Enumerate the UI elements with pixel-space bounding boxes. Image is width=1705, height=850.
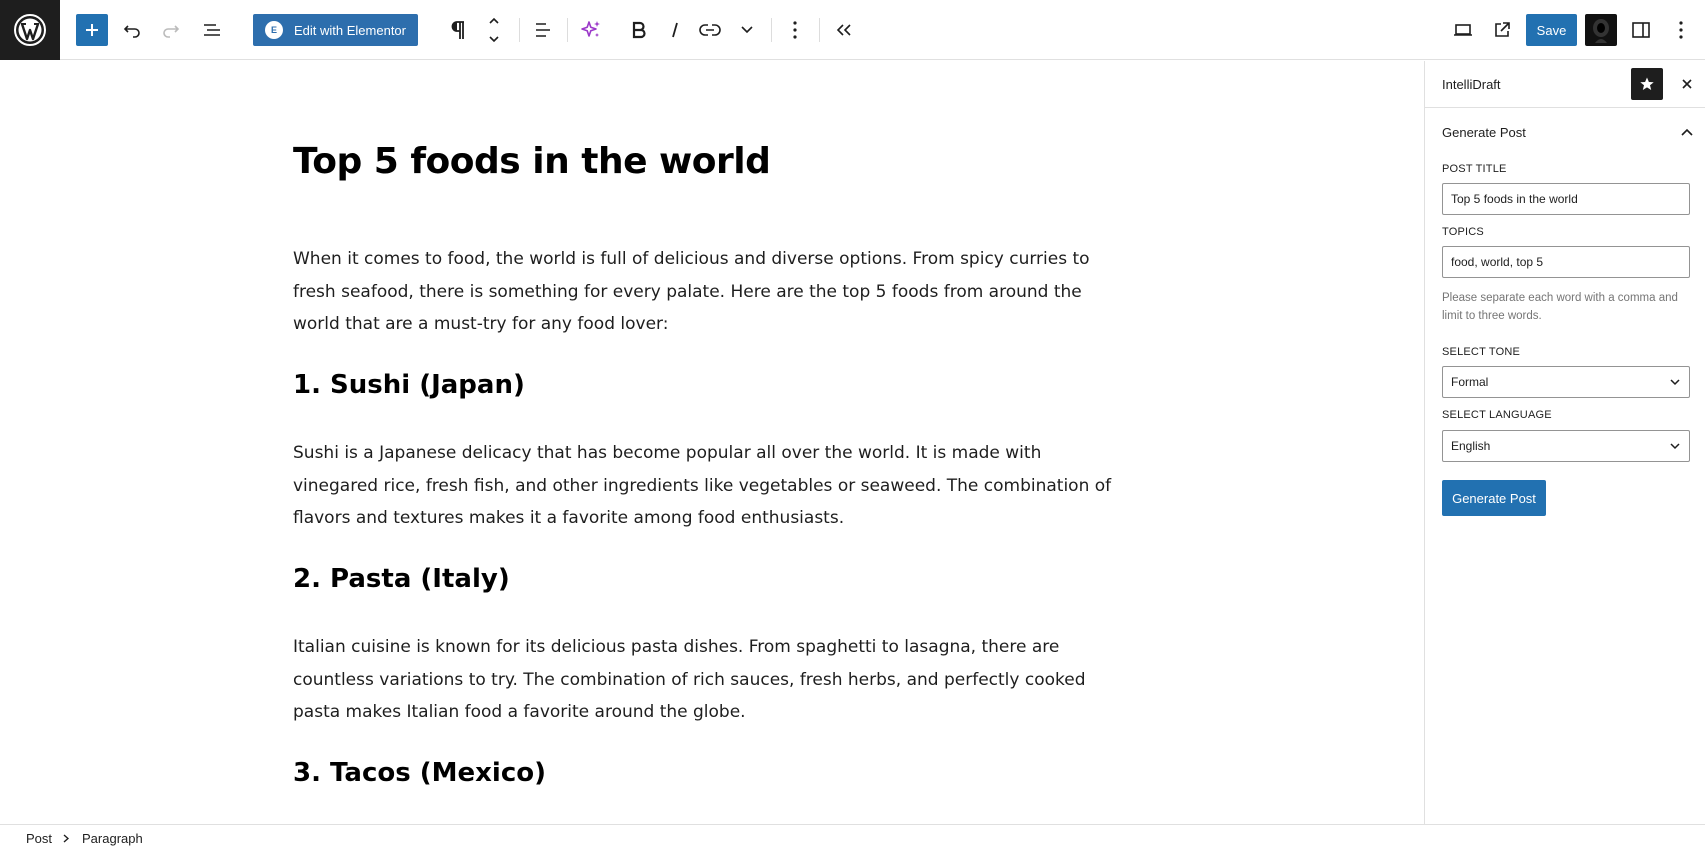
- bold-button[interactable]: [623, 14, 655, 46]
- editor-toolbar: E Edit with Elementor Save: [0, 0, 1705, 60]
- language-select-value: English: [1451, 439, 1491, 453]
- ai-assistant-button[interactable]: [575, 14, 607, 46]
- sidebar-title: IntelliDraft: [1442, 77, 1501, 92]
- bold-icon: [632, 21, 646, 39]
- undo-icon: [123, 25, 140, 38]
- section-heading[interactable]: 1. Sushi (Japan): [293, 370, 525, 400]
- undo-button[interactable]: [116, 14, 148, 46]
- view-button[interactable]: [1447, 14, 1479, 46]
- section-paragraph[interactable]: Sushi is a Japanese delicacy that has be…: [293, 437, 1123, 535]
- section-heading[interactable]: 2. Pasta (Italy): [293, 564, 510, 594]
- collapse-icon: [836, 24, 851, 36]
- block-options-button[interactable]: [779, 14, 811, 46]
- link-button[interactable]: [694, 14, 726, 46]
- link-icon: [699, 24, 721, 36]
- post-title[interactable]: Top 5 foods in the world: [293, 141, 771, 182]
- move-up-down-icon: [489, 17, 499, 43]
- user-avatar-icon: [1593, 19, 1609, 43]
- post-title-field[interactable]: Top 5 foods in the world: [1442, 183, 1690, 215]
- list-view-icon: [204, 24, 220, 36]
- tone-select[interactable]: Formal: [1442, 366, 1690, 398]
- close-sidebar-button[interactable]: [1671, 68, 1703, 100]
- wordpress-logo-icon[interactable]: [0, 0, 60, 60]
- close-icon: [1682, 79, 1692, 89]
- avatar[interactable]: [1585, 14, 1617, 46]
- elementor-logo-icon: E: [265, 21, 283, 39]
- italic-icon: [672, 22, 678, 38]
- panel-toggle-button[interactable]: [1671, 116, 1703, 148]
- chevron-down-icon: [1670, 443, 1680, 450]
- chevron-right-icon: [63, 834, 69, 843]
- block-type-button[interactable]: [442, 14, 474, 46]
- topics-help-text: Please separate each word with a comma a…: [1442, 292, 1678, 322]
- paragraph-icon: [451, 21, 464, 39]
- save-button[interactable]: Save: [1526, 14, 1577, 46]
- edit-with-elementor-button[interactable]: E Edit with Elementor: [253, 14, 418, 46]
- align-button[interactable]: [527, 14, 559, 46]
- section-heading[interactable]: 3. Tacos (Mexico): [293, 758, 546, 788]
- redo-button[interactable]: [155, 14, 187, 46]
- toolbar-divider: [771, 18, 772, 42]
- topics-field-value: food, world, top 5: [1451, 255, 1544, 269]
- section-paragraph[interactable]: Italian cuisine is known for its delicio…: [293, 631, 1123, 729]
- toolbar-divider: [567, 18, 568, 42]
- hide-block-tools-button[interactable]: [828, 14, 860, 46]
- view-desktop-icon: [1454, 24, 1472, 36]
- tone-label: SELECT TONE: [1442, 346, 1521, 358]
- toolbar-divider: [519, 18, 520, 42]
- star-icon: [1640, 77, 1654, 90]
- topics-label: TOPICS: [1442, 226, 1484, 238]
- external-preview-icon: [1495, 22, 1510, 37]
- panel-title: Generate Post: [1442, 125, 1526, 140]
- intellidraft-sidebar: IntelliDraft Generate Post POST TITLE To…: [1424, 61, 1705, 824]
- plus-icon: [86, 24, 98, 36]
- post-title-field-value: Top 5 foods in the world: [1451, 192, 1578, 206]
- chevron-up-icon: [1681, 128, 1693, 136]
- more-options-icon: [793, 21, 797, 39]
- generate-post-button[interactable]: Generate Post: [1442, 480, 1546, 516]
- chevron-down-icon: [741, 26, 753, 34]
- toolbar-divider: [819, 18, 820, 42]
- breadcrumb-item-post[interactable]: Post: [26, 831, 52, 846]
- chevron-down-icon: [1670, 379, 1680, 386]
- ai-sparkle-icon: [581, 21, 600, 37]
- sidebar-header: IntelliDraft: [1425, 61, 1705, 108]
- breadcrumb-item-paragraph[interactable]: Paragraph: [82, 831, 143, 846]
- pin-plugin-button[interactable]: [1631, 68, 1663, 100]
- language-label: SELECT LANGUAGE: [1442, 409, 1552, 421]
- editor-canvas: Top 5 foods in the world When it comes t…: [0, 61, 1424, 824]
- options-menu-button[interactable]: [1665, 14, 1697, 46]
- preview-button[interactable]: [1486, 14, 1518, 46]
- intro-paragraph[interactable]: When it comes to food, the world is full…: [293, 243, 1123, 341]
- tone-select-value: Formal: [1451, 375, 1489, 389]
- align-icon: [536, 23, 550, 37]
- more-options-icon: [1679, 21, 1683, 39]
- italic-button[interactable]: [659, 14, 691, 46]
- generate-post-panel-header[interactable]: Generate Post: [1425, 108, 1705, 156]
- move-block-buttons[interactable]: [480, 14, 508, 46]
- language-select[interactable]: English: [1442, 430, 1690, 462]
- post-title-label: POST TITLE: [1442, 163, 1507, 175]
- more-formatting-button[interactable]: [731, 14, 763, 46]
- settings-sidebar-button[interactable]: [1625, 14, 1657, 46]
- edit-with-elementor-label: Edit with Elementor: [294, 22, 406, 38]
- block-breadcrumb: Post Paragraph: [0, 824, 1705, 850]
- topics-field[interactable]: food, world, top 5: [1442, 246, 1690, 278]
- redo-icon: [163, 25, 180, 38]
- list-view-button[interactable]: [196, 14, 228, 46]
- add-block-button[interactable]: [76, 14, 108, 46]
- sidebar-toggle-icon: [1632, 22, 1650, 38]
